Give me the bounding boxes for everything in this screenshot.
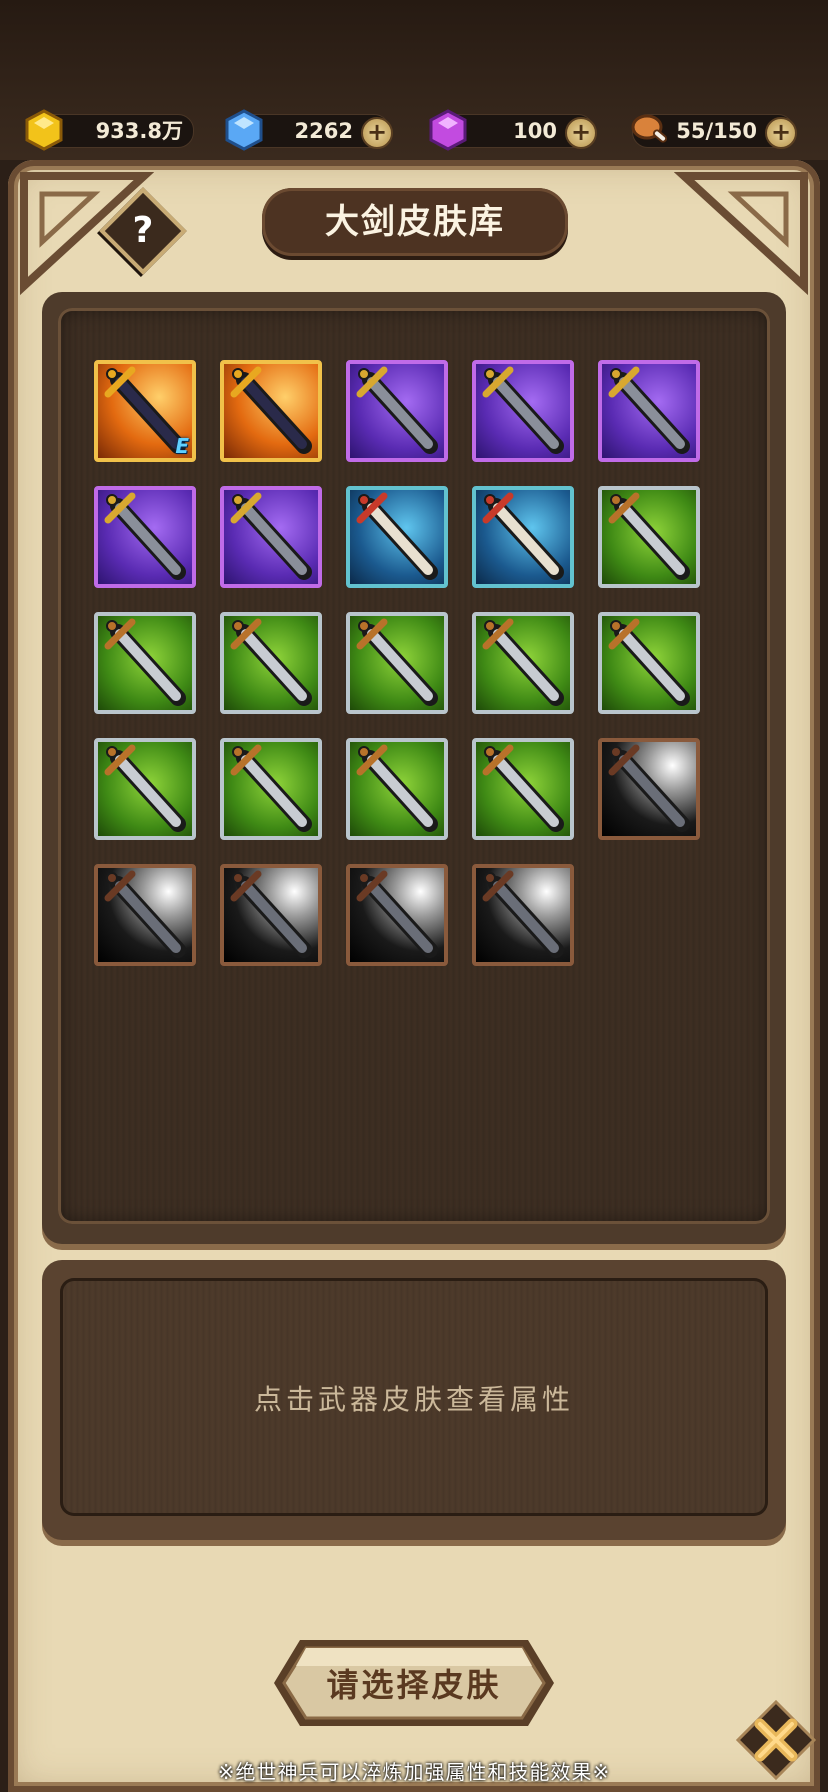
weapon-skin-slot[interactable] [220,360,322,462]
weapon-skin-slot[interactable] [94,738,196,840]
add-stamina-button[interactable]: + [765,117,797,149]
blue-diamond-icon [225,109,263,151]
corner-ornament-right [674,172,808,296]
gold-gem-icon [25,109,63,151]
skin-grid: E [58,308,770,1224]
weapon-skin-slot[interactable] [472,486,574,588]
add-diamond-button[interactable]: + [361,117,393,149]
page-title: 大剑皮肤库 [325,202,505,242]
wooden-sword-icon [104,870,186,958]
thin-staff-icon [608,744,690,832]
weapon-skin-slot[interactable] [472,738,574,840]
footer-note: ※绝世神兵可以淬炼加强属性和技能效果※ [217,1760,611,1784]
weapon-skin-slot[interactable] [220,486,322,588]
weapon-skin-slot[interactable] [94,612,196,714]
weapon-skin-slot[interactable] [598,612,700,714]
bell-guard-sword-icon [356,744,438,832]
select-skin-label: 请选择皮肤 [326,1666,502,1704]
copper-sword-icon [104,744,186,832]
spiked-greatsword-icon [608,366,690,454]
crimson-blade-icon [482,366,564,454]
dark-greatsword-icon [356,366,438,454]
weapon-skin-slot[interactable] [346,738,448,840]
meat-drumstick-icon [631,114,668,143]
weapon-skin-slot[interactable] [598,360,700,462]
diamond-value: 2262 [294,119,353,143]
bronze-hilt-sword-icon [230,492,312,580]
weapon-skin-slot[interactable] [94,864,196,966]
weapon-skin-slot[interactable] [346,360,448,462]
purple-crystal-icon [429,109,467,151]
broad-sword-icon [608,618,690,706]
golden-cleaver-icon [482,492,564,580]
weapon-skin-slot[interactable] [220,738,322,840]
title-plaque: 大剑皮肤库 [262,188,568,256]
weapon-skin-slot[interactable] [346,612,448,714]
crescent-guard-sword-icon [482,618,564,706]
attribute-hint: 点击武器皮肤查看属性 [253,1383,574,1416]
golden-greatsword-icon [230,366,312,454]
ivory-sword-icon [356,618,438,706]
ornate-sword-icon [104,618,186,706]
equipped-badge: E [175,434,189,458]
weapon-skin-slot[interactable]: E [94,360,196,462]
weapon-skin-slot[interactable] [472,360,574,462]
plain-sword-icon [482,870,564,958]
attribute-area: 点击武器皮肤查看属性 [60,1278,768,1516]
weapon-skin-slot[interactable] [346,486,448,588]
white-blade-icon [230,870,312,958]
diamond-counter: 2262 + [225,109,393,151]
weapon-skin-slot[interactable] [220,612,322,714]
weapon-skin-slot[interactable] [472,612,574,714]
steel-sword-icon [230,618,312,706]
ring-hilt-sword-icon [482,744,564,832]
skin-grid-panel: E [42,292,786,1244]
select-skin-button[interactable]: 请选择皮肤 [270,1632,558,1734]
weapon-skin-slot[interactable] [94,486,196,588]
grey-sword-icon [356,870,438,958]
weapon-skin-slot[interactable] [220,864,322,966]
gold-counter: 933.8万 [25,109,194,151]
weapon-skin-slot[interactable] [346,864,448,966]
stamina-value: 55/150 [676,119,757,143]
add-crystal-button[interactable]: + [565,117,597,149]
gold-value: 933.8万 [95,119,183,143]
stamina-counter: 55/150 + [631,114,797,149]
question-mark-icon: ? [132,210,154,251]
gold-hilt-sword-icon [104,492,186,580]
bone-blade-icon [356,492,438,580]
trident-hilt-sword-icon [608,492,690,580]
crystal-value: 100 [513,119,557,143]
weapon-skin-slot[interactable] [598,738,700,840]
weapon-skin-slot[interactable] [598,486,700,588]
iron-sword-icon [230,744,312,832]
weapon-skin-slot[interactable] [472,864,574,966]
crystal-counter: 100 + [429,109,597,151]
attribute-panel: 点击武器皮肤查看属性 [42,1260,786,1540]
resource-bar: 933.8万 2262 + 100 + 55/150 + [0,0,828,160]
